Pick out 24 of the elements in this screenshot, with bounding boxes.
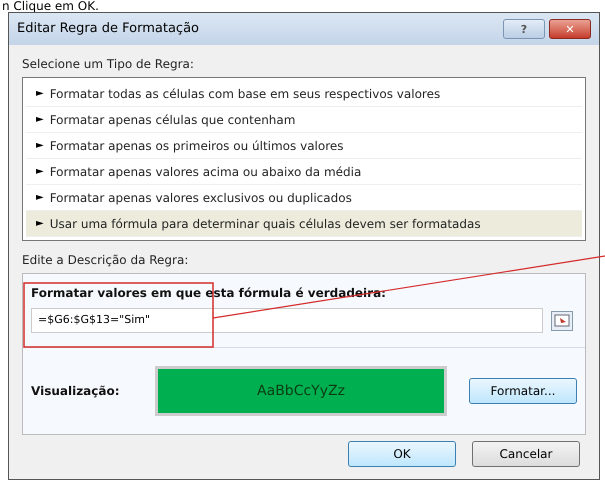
window-title: Editar Regra de Formatação xyxy=(17,20,200,38)
item-label: Formatar apenas células que contenham xyxy=(50,112,296,128)
format-button[interactable]: Formatar... xyxy=(469,378,577,404)
formula-field[interactable]: =$G6:$G$13="Sim" xyxy=(31,308,543,333)
arrow-marker: ► xyxy=(36,139,44,153)
arrow-marker: ► xyxy=(36,165,44,179)
item-label: Formatar apenas valores exclusivos ou duplicados xyxy=(50,190,352,206)
arrow-marker: ► xyxy=(36,113,44,127)
preview-label: Visualização: xyxy=(31,383,121,400)
range-select-icon[interactable] xyxy=(551,310,573,330)
item-label: Formatar apenas valores acima ou abaixo da média xyxy=(50,164,362,180)
cancel-button[interactable]: Cancelar xyxy=(472,441,580,467)
rule-type-item[interactable]: ► Usar uma fórmula para determinar quais células devem ser formatadas xyxy=(26,211,582,237)
help-button[interactable]: ? xyxy=(503,19,545,39)
arrow-marker: ► xyxy=(36,87,44,101)
ok-button[interactable]: OK xyxy=(348,441,456,467)
section-label: Edite a Descrição da Regra: xyxy=(22,252,188,269)
item-label: Formatar todas as células com base em seus respectivos valores xyxy=(50,86,440,102)
preview-swatch: AaBbCcYyZz xyxy=(155,366,447,416)
section-label: Selecione um Tipo de Regra: xyxy=(22,56,194,73)
item-label: Formatar apenas os primeiros ou últimos valores xyxy=(50,138,344,154)
arrow-marker: ► xyxy=(36,191,44,205)
item-label: Usar uma fórmula para determinar quais células devem ser formatadas xyxy=(50,216,481,232)
arrow-marker: ► xyxy=(36,217,44,231)
